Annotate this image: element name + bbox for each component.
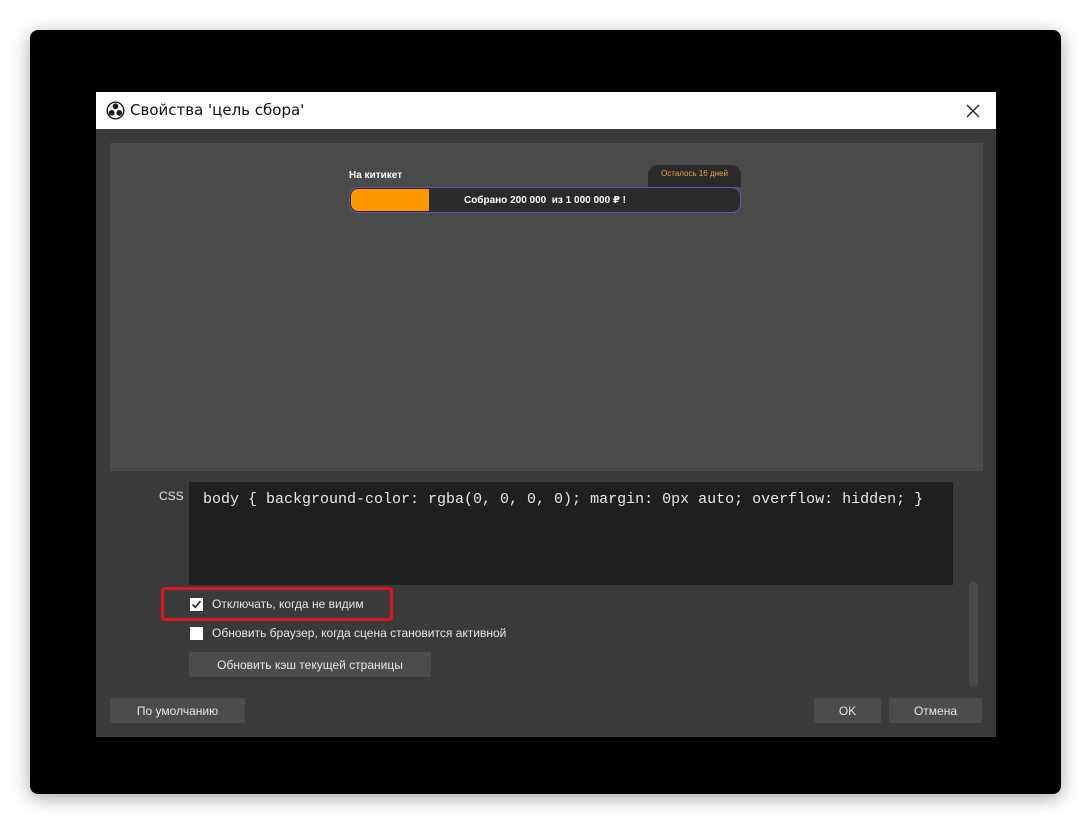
css-textarea[interactable]: body { background-color: rgba(0, 0, 0, 0… <box>189 482 953 585</box>
goal-progress-text: Собрано 200 000 из 1 000 000 ₽ ! <box>463 194 627 206</box>
scrollbar[interactable] <box>969 582 978 687</box>
days-left-badge: Осталось 16 дней <box>648 165 741 187</box>
refresh-cache-button[interactable]: Обновить кэш текущей страницы <box>189 652 431 677</box>
defaults-button[interactable]: По умолчанию <box>110 698 245 723</box>
goal-progress-bar: Собрано 200 000 из 1 000 000 ₽ ! <box>349 187 741 213</box>
title-bar: Свойства 'цель сбора' <box>96 92 996 129</box>
close-button[interactable] <box>950 92 996 129</box>
close-icon <box>966 104 980 117</box>
css-label: CSS <box>159 489 184 503</box>
refresh-label: Обновить браузер, когда сцена становится… <box>212 626 507 640</box>
ok-button[interactable]: OK <box>814 698 881 723</box>
refresh-on-active-option[interactable]: Обновить браузер, когда сцена становится… <box>190 626 506 640</box>
refresh-checkbox[interactable] <box>190 626 203 640</box>
highlight-box <box>161 587 393 621</box>
browser-preview: На китикет Осталось 16 дней Собрано 200 … <box>110 143 983 471</box>
cancel-button[interactable]: Отмена <box>889 698 982 723</box>
dialog-title: Свойства 'цель сбора' <box>130 101 305 119</box>
goal-title: На китикет <box>349 170 403 181</box>
obs-icon <box>106 101 125 120</box>
properties-dialog: Свойства 'цель сбора' На китикет Осталос… <box>96 92 996 737</box>
